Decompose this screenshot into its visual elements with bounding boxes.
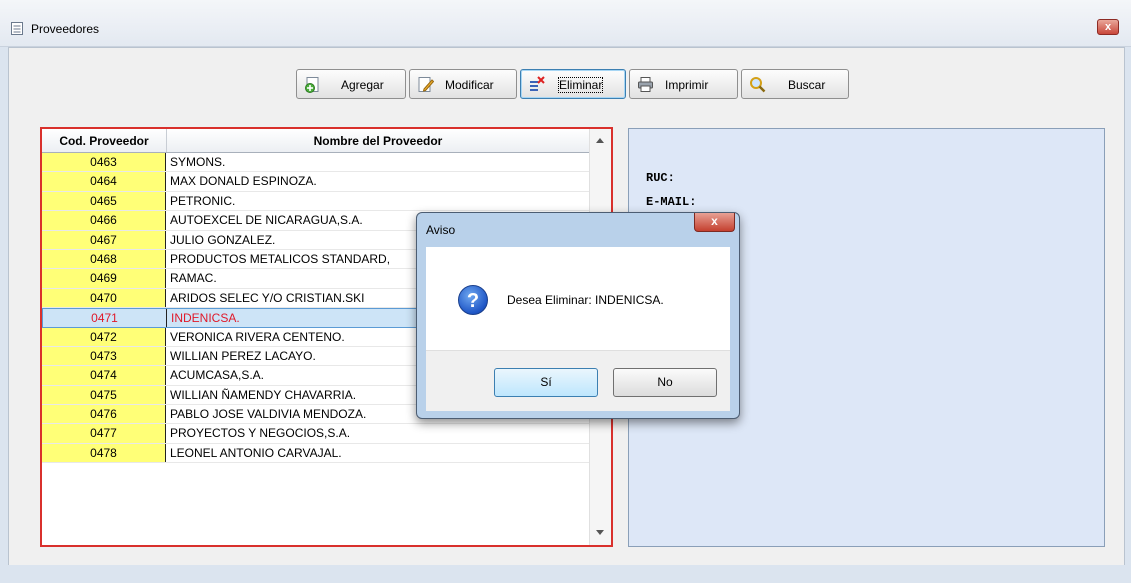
table-row[interactable]: 0463 SYMONS. (42, 153, 589, 173)
magnifier-icon (750, 77, 766, 93)
window-title: Proveedores (31, 22, 100, 36)
provider-name-cell: PROYECTOS Y NEGOCIOS,S.A. (170, 426, 351, 441)
provider-code-cell: 0476 (42, 405, 166, 424)
buscar-button[interactable]: Buscar (741, 69, 849, 99)
provider-name-cell: INDENICSA. (171, 311, 240, 326)
provider-name-cell: AUTOEXCEL DE NICARAGUA,S.A. (170, 213, 363, 228)
dialog-close-button[interactable]: x (694, 213, 735, 232)
scroll-down-arrow-icon[interactable] (596, 530, 604, 535)
email-label: E-MAIL: (646, 195, 697, 209)
provider-name-cell: PETRONIC. (170, 193, 236, 208)
dialog-title: Aviso (426, 223, 456, 237)
provider-code-cell: 0472 (42, 327, 166, 346)
provider-name-cell: PABLO JOSE VALDIVIA MENDOZA. (170, 407, 367, 422)
window-close-button[interactable]: x (1097, 19, 1119, 35)
provider-code-cell: 0464 (42, 172, 166, 191)
provider-code-cell: 0463 (42, 153, 166, 172)
provider-code-cell: 0469 (42, 269, 166, 288)
dialog-body: ? Desea Eliminar: INDENICSA. (426, 247, 730, 350)
column-header-name[interactable]: Nombre del Proveedor (167, 129, 589, 152)
provider-name-cell: LEONEL ANTONIO CARVAJAL. (170, 445, 342, 460)
table-row[interactable]: 0478 LEONEL ANTONIO CARVAJAL. (42, 443, 589, 464)
add-document-icon (305, 77, 319, 93)
provider-code-cell: 0471 (43, 309, 167, 327)
yes-button[interactable]: Sí (494, 368, 598, 397)
eliminar-label: Eliminar (557, 77, 604, 93)
provider-name-cell: WILLIAN PEREZ LACAYO. (170, 348, 316, 363)
provider-code-cell: 0474 (42, 366, 166, 385)
eliminar-button[interactable]: Eliminar (520, 69, 626, 99)
provider-name-cell: ACUMCASA,S.A. (170, 368, 265, 383)
provider-code-cell: 0477 (42, 424, 166, 443)
edit-document-icon (418, 77, 434, 92)
imprimir-label: Imprimir (665, 78, 709, 92)
scroll-up-arrow-icon[interactable] (596, 138, 604, 143)
provider-name-cell: WILLIAN ÑAMENDY CHAVARRIA. (170, 387, 357, 402)
printer-icon (638, 77, 653, 92)
dialog-footer: Sí No (426, 350, 730, 411)
provider-code-cell: 0468 (42, 249, 166, 269)
table-row[interactable]: 0464 MAX DONALD ESPINOZA. (42, 172, 589, 192)
provider-name-cell: SYMONS. (170, 155, 226, 169)
table-row[interactable]: 0477 PROYECTOS Y NEGOCIOS,S.A. (42, 424, 589, 444)
provider-name-cell: JULIO GONZALEZ. (170, 232, 276, 247)
provider-name-cell: ARIDOS SELEC Y/O CRISTIAN.SKI (170, 290, 365, 305)
provider-code-cell: 0467 (42, 230, 166, 249)
table-row[interactable]: 0465 PETRONIC. (42, 191, 589, 212)
confirm-dialog: Aviso x ? Desea Eliminar: INDENICSA. Sí … (416, 212, 740, 419)
provider-code-cell: 0466 (42, 211, 166, 230)
provider-name-cell: VERONICA RIVERA CENTENO. (170, 329, 345, 344)
agregar-button[interactable]: Agregar (296, 69, 406, 99)
buscar-label: Buscar (788, 78, 826, 92)
agregar-label: Agregar (341, 78, 384, 92)
provider-code-cell: 0478 (42, 443, 166, 463)
title-bar: Proveedores x (0, 0, 1131, 47)
provider-name-cell: RAMAC. (170, 271, 217, 286)
dialog-message: Desea Eliminar: INDENICSA. (507, 293, 664, 307)
provider-code-cell: 0465 (42, 191, 166, 211)
window-form-icon (11, 22, 23, 35)
modificar-label: Modificar (445, 78, 494, 92)
window-bottom-frame (0, 565, 1131, 583)
question-icon: ? (458, 285, 488, 315)
delete-icon (530, 76, 545, 91)
proveedores-window: Proveedores x Agregar Modificar Eliminar (0, 0, 1131, 583)
provider-code-cell: 0475 (42, 385, 166, 405)
no-button[interactable]: No (613, 368, 717, 397)
provider-code-cell: 0473 (42, 346, 166, 366)
modificar-button[interactable]: Modificar (409, 69, 517, 99)
provider-code-cell: 0470 (42, 288, 166, 308)
imprimir-button[interactable]: Imprimir (629, 69, 738, 99)
provider-name-cell: MAX DONALD ESPINOZA. (170, 174, 317, 189)
column-header-code[interactable]: Cod. Proveedor (42, 129, 167, 152)
provider-name-cell: PRODUCTOS METALICOS STANDARD, (170, 251, 391, 266)
ruc-label: RUC: (646, 171, 675, 185)
grid-header: Cod. Proveedor Nombre del Proveedor (42, 129, 589, 153)
